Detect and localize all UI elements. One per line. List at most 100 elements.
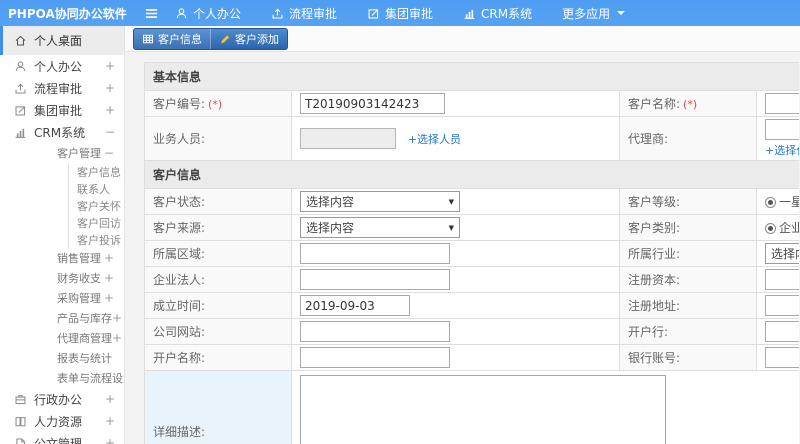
field-value-cell <box>290 370 799 444</box>
field-label: 注册资本: <box>619 266 757 293</box>
sidebar-item-label: 客户回访 <box>77 216 121 230</box>
expand-toggle-icon: + <box>112 311 123 325</box>
briefcase-icon <box>14 393 27 406</box>
field-label: 客户状态: <box>144 188 292 215</box>
field-value-cell: 选择内容 ▼ <box>291 214 620 241</box>
sidebar-item-label: 人力资源 <box>34 414 83 429</box>
nav-item-label: CRM系统 <box>481 6 533 21</box>
field-label: 所属区域: <box>144 240 292 267</box>
industry-select[interactable]: 选择内容▼ <box>765 243 799 264</box>
sidebar-subsubitem[interactable]: 客户信息 <box>68 163 124 180</box>
form-row: 所属区域: 所属行业: 选择内容▼ <box>144 240 799 267</box>
dropdown-arrow-icon: ▼ <box>448 197 454 206</box>
customer-source-select[interactable]: 选择内容 ▼ <box>300 217 460 238</box>
sidebar-item-label: 个人桌面 <box>34 34 83 48</box>
approve-icon <box>367 7 380 20</box>
radio-button[interactable] <box>765 197 776 208</box>
sidebar-item[interactable]: CRM系统 − <box>0 121 124 143</box>
sidebar-item-label: 产品与库存 <box>57 312 112 325</box>
customer-code-input[interactable] <box>300 93 445 114</box>
form-row: 详细描述: <box>144 370 799 444</box>
form-row: 企业法人: 注册资本: <box>144 266 799 293</box>
nav-item[interactable]: 集团审批 <box>367 5 433 22</box>
expand-toggle-icon: − <box>103 146 114 160</box>
home-icon <box>14 34 27 47</box>
field-value-cell: 一星 <box>755 188 799 215</box>
field-value-cell <box>291 266 620 293</box>
nav-item[interactable]: 个人办公 <box>175 5 241 22</box>
sidebar-item[interactable]: 流程审批 + <box>0 77 124 99</box>
tab-label: 客户添加 <box>235 32 279 46</box>
field-label: 银行账号: <box>619 344 757 371</box>
agent-input[interactable] <box>765 119 799 140</box>
sidebar-subitem[interactable]: 报表与统计 <box>0 348 124 368</box>
sidebar-item[interactable]: 个人办公 + <box>0 55 124 77</box>
company-website-input[interactable] <box>300 321 450 342</box>
region-input[interactable] <box>300 243 450 264</box>
founded-date-input[interactable] <box>300 295 410 316</box>
sidebar-item[interactable]: 个人桌面 <box>0 26 124 55</box>
field-label: 客户来源: <box>144 214 292 241</box>
sidebar-subitem[interactable]: 客户管理 − <box>0 143 124 163</box>
topbar: PHPOA协同办公软件 个人办公 流程审批 集团审批 CRM系统 更多应用 <box>0 0 800 26</box>
legal-person-input[interactable] <box>300 269 450 290</box>
customer-status-select[interactable]: 选择内容 ▼ <box>300 191 460 212</box>
bank-account-input[interactable] <box>765 347 799 368</box>
sidebar-subsubitem[interactable]: 客户回访 <box>68 214 124 231</box>
sidebar-item-label: 表单与流程设置 <box>57 372 124 385</box>
sidebar-item[interactable]: 人力资源 + <box>0 410 124 432</box>
radio-button[interactable] <box>765 223 776 234</box>
select-person-link[interactable]: +选择人员 <box>408 133 461 146</box>
sidebar-item[interactable]: 集团审批 + <box>0 99 124 121</box>
sidebar-subitem[interactable]: 表单与流程设置+ <box>0 368 124 388</box>
customer-name-input[interactable] <box>765 93 799 114</box>
pencil-icon <box>219 33 231 45</box>
menu-toggle-icon[interactable] <box>144 6 159 21</box>
nav-item[interactable]: CRM系统 <box>463 5 532 22</box>
expand-toggle-icon: + <box>104 103 115 117</box>
caret-down-icon <box>617 11 626 19</box>
sidebar-subitem[interactable]: 代理商管理 + <box>0 328 124 348</box>
expand-toggle-icon: + <box>104 414 115 428</box>
registered-capital-input[interactable] <box>765 269 799 290</box>
sidebar-item-label: 公文管理 <box>34 436 83 444</box>
sidebar-subsubitem[interactable]: 客户关怀 <box>68 197 124 214</box>
sidebar-subitem[interactable]: 采购管理 + <box>0 288 124 308</box>
workflow-icon <box>271 7 284 20</box>
field-value-cell <box>291 90 620 117</box>
tab-customer-info[interactable]: 客户信息 <box>134 28 211 49</box>
section-title: 基本信息 <box>144 62 799 91</box>
nav-item[interactable]: 更多应用 <box>562 5 626 22</box>
sales-person-input[interactable] <box>300 128 396 149</box>
doc-icon <box>14 437 27 444</box>
registered-address-input[interactable] <box>765 295 799 316</box>
detail-description-textarea[interactable] <box>300 375 666 444</box>
chart-icon <box>14 126 27 139</box>
sidebar-item-label: 报表与统计 <box>57 352 112 365</box>
sidebar-subitem[interactable]: 产品与库存 + <box>0 308 124 328</box>
field-value-cell <box>755 344 799 371</box>
field-value-cell <box>755 318 799 345</box>
select-agent-link[interactable]: +选择代理商 <box>765 144 799 157</box>
tab-customer-add[interactable]: 客户添加 <box>211 29 287 49</box>
field-value-cell: +选择人员 <box>291 116 620 161</box>
approve-icon <box>14 104 27 117</box>
sidebar-item-label: 采购管理 <box>57 292 101 305</box>
radio-label: 一星 <box>779 195 799 209</box>
expand-toggle-icon: + <box>103 251 114 265</box>
sidebar-subsubitem[interactable]: 联系人 <box>68 180 124 197</box>
nav-item[interactable]: 流程审批 <box>271 5 337 22</box>
bank-name-input[interactable] <box>765 321 799 342</box>
sidebar-item[interactable]: 行政办公 + <box>0 388 124 410</box>
nav-item-label: 流程审批 <box>289 6 338 21</box>
sidebar-item[interactable]: 公文管理 + <box>0 432 124 444</box>
account-name-input[interactable] <box>300 347 450 368</box>
sidebar-subitem[interactable]: 财务收支 + <box>0 268 124 288</box>
expand-toggle-icon: + <box>104 392 115 406</box>
sidebar-subsubitem[interactable]: 客户投诉 <box>68 231 124 248</box>
form-row: 客户编号:(*) 客户名称:(*) <box>144 90 799 117</box>
form-row: 客户状态: 选择内容 ▼ 客户等级: 一星 <box>144 188 799 215</box>
form-row: 成立时间: 注册地址: <box>144 292 799 319</box>
sidebar-subitem[interactable]: 销售管理 + <box>0 248 124 268</box>
sidebar-item-label: 客户关怀 <box>77 199 121 213</box>
